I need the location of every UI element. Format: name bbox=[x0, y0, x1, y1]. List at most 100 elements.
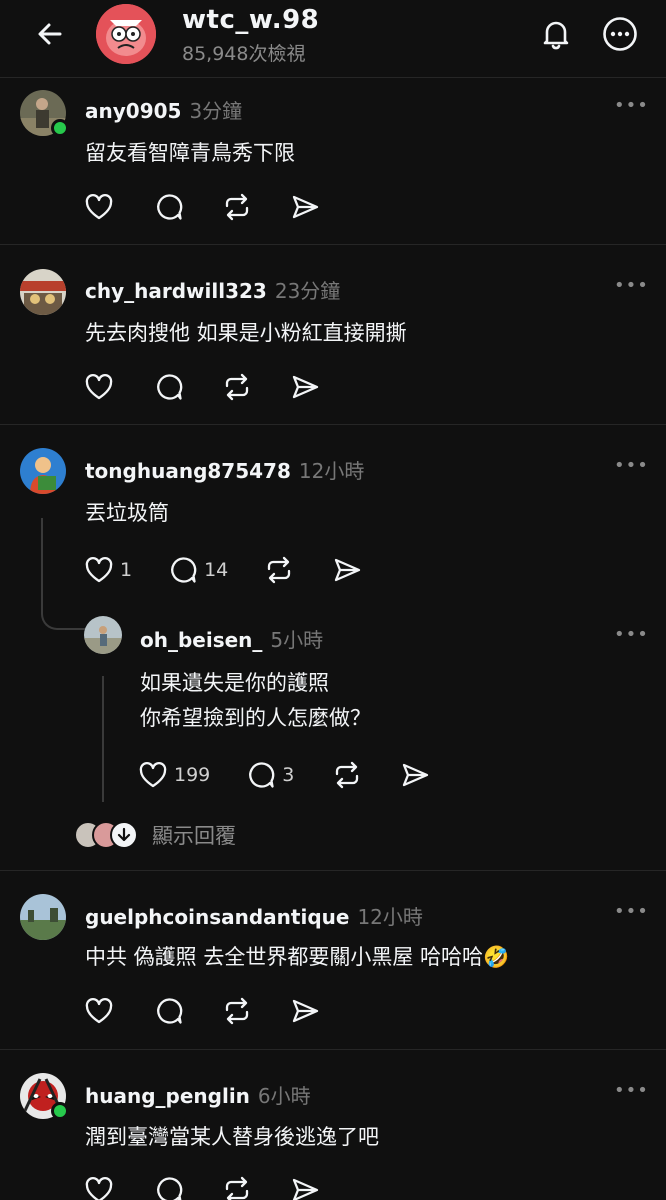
like-button[interactable] bbox=[84, 995, 114, 1027]
send-icon bbox=[292, 999, 319, 1023]
profile-avatar[interactable] bbox=[96, 4, 156, 64]
share-button[interactable] bbox=[290, 1174, 320, 1200]
reply-button[interactable] bbox=[154, 1174, 184, 1200]
timestamp: 23分鐘 bbox=[274, 279, 341, 303]
reply-avatar bbox=[110, 821, 138, 849]
reply-button[interactable]: 3 bbox=[246, 759, 294, 791]
view-count: 85,948次檢視 bbox=[182, 43, 306, 65]
comment-bubble-icon bbox=[157, 194, 183, 220]
divider bbox=[0, 1049, 666, 1050]
reply-count: 3 bbox=[282, 764, 295, 786]
repost-button[interactable] bbox=[222, 995, 252, 1027]
repost-icon bbox=[336, 761, 359, 789]
show-replies-label: 顯示回覆 bbox=[152, 824, 236, 848]
avatar[interactable] bbox=[20, 894, 66, 940]
comment-text: 丟垃圾筒 bbox=[85, 501, 169, 525]
send-icon bbox=[292, 1178, 319, 1200]
reply-button[interactable] bbox=[154, 191, 184, 223]
repost-icon bbox=[225, 997, 249, 1025]
comment-author[interactable]: oh_beisen_ 5小時 bbox=[140, 624, 323, 653]
reply-button[interactable]: 14 bbox=[168, 554, 228, 586]
notify-button[interactable] bbox=[536, 14, 576, 54]
thread-connector bbox=[41, 518, 87, 630]
repost-button[interactable] bbox=[332, 759, 362, 791]
back-button[interactable] bbox=[30, 16, 70, 52]
username[interactable]: huang_penglin bbox=[85, 1084, 250, 1108]
comment-more-button[interactable]: ••• bbox=[614, 626, 649, 644]
like-button[interactable] bbox=[84, 191, 114, 223]
like-button[interactable] bbox=[84, 1174, 114, 1200]
repost-icon bbox=[225, 193, 249, 221]
heart-icon bbox=[85, 1177, 113, 1200]
avatar[interactable] bbox=[84, 616, 122, 654]
comment-more-button[interactable]: ••• bbox=[614, 97, 649, 115]
share-button[interactable] bbox=[290, 191, 320, 223]
repost-icon bbox=[225, 373, 249, 401]
user-photo-icon bbox=[20, 269, 66, 315]
reply-button[interactable] bbox=[154, 371, 184, 403]
repost-button[interactable] bbox=[222, 191, 252, 223]
repost-button[interactable] bbox=[264, 554, 294, 586]
show-replies-button[interactable]: 顯示回覆 bbox=[74, 818, 236, 852]
divider bbox=[0, 424, 666, 425]
timestamp: 3分鐘 bbox=[189, 99, 243, 123]
username[interactable]: chy_hardwill323 bbox=[85, 279, 267, 303]
comment-bubble-icon bbox=[157, 374, 183, 400]
avatar[interactable] bbox=[20, 448, 66, 494]
repost-icon bbox=[225, 1176, 249, 1200]
like-button[interactable]: 199 bbox=[138, 759, 210, 791]
like-button[interactable]: 1 bbox=[84, 554, 132, 586]
avatar[interactable] bbox=[20, 269, 66, 315]
comment-text: 中共 偽護照 去全世界都要關小黑屋 哈哈哈🤣 bbox=[85, 945, 510, 969]
timestamp: 6小時 bbox=[257, 1084, 311, 1108]
more-options-button[interactable] bbox=[600, 14, 640, 54]
comment-more-button[interactable]: ••• bbox=[614, 457, 649, 475]
arrow-down-icon bbox=[117, 827, 131, 842]
like-count: 199 bbox=[174, 764, 211, 786]
username[interactable]: any0905 bbox=[85, 99, 181, 123]
like-button[interactable] bbox=[84, 371, 114, 403]
comment-text-line-2: 你希望撿到的人怎麼做？ bbox=[140, 706, 371, 730]
comment-bubble-icon bbox=[157, 998, 183, 1024]
reply-count: 14 bbox=[204, 559, 229, 581]
share-button[interactable] bbox=[332, 554, 362, 586]
online-indicator bbox=[51, 1102, 69, 1120]
heart-icon bbox=[139, 762, 167, 788]
divider bbox=[0, 244, 666, 245]
comment-author[interactable]: tonghuang875478 12小時 bbox=[85, 455, 364, 484]
timestamp: 12小時 bbox=[298, 459, 365, 483]
reply-button[interactable] bbox=[154, 995, 184, 1027]
username[interactable]: tonghuang875478 bbox=[85, 459, 291, 483]
send-icon bbox=[292, 195, 319, 219]
heart-icon bbox=[85, 194, 113, 220]
heart-icon bbox=[85, 557, 113, 583]
like-count: 1 bbox=[120, 559, 133, 581]
comment-text: 潤到臺灣當某人替身後逃逸了吧 bbox=[85, 1125, 379, 1149]
online-indicator bbox=[51, 119, 69, 137]
timestamp: 12小時 bbox=[357, 905, 423, 929]
user-photo-icon bbox=[20, 448, 66, 494]
comment-more-button[interactable]: ••• bbox=[614, 903, 649, 921]
repost-button[interactable] bbox=[222, 371, 252, 403]
comment-author[interactable]: chy_hardwill323 23分鐘 bbox=[85, 275, 340, 304]
comment-author[interactable]: huang_penglin 6小時 bbox=[85, 1080, 311, 1109]
comment-more-button[interactable]: ••• bbox=[614, 277, 649, 295]
comment-bubble-icon bbox=[249, 762, 275, 788]
thread-line bbox=[102, 676, 104, 802]
comment-bubble-icon bbox=[157, 1177, 183, 1200]
arrow-left-icon bbox=[38, 23, 62, 45]
divider bbox=[0, 870, 666, 871]
share-button[interactable] bbox=[290, 371, 320, 403]
comment-more-button[interactable]: ••• bbox=[614, 1082, 649, 1100]
username[interactable]: guelphcoinsandantique bbox=[85, 905, 349, 929]
username[interactable]: oh_beisen_ bbox=[140, 628, 262, 652]
comment-author[interactable]: any0905 3分鐘 bbox=[85, 95, 242, 124]
timestamp: 5小時 bbox=[270, 628, 324, 652]
comment-text-line-1: 如果遺失是你的護照 bbox=[140, 671, 329, 695]
page-title: wtc_w.98 bbox=[182, 5, 320, 35]
comment-author[interactable]: guelphcoinsandantique 12小時 bbox=[85, 901, 423, 930]
share-button[interactable] bbox=[290, 995, 320, 1027]
share-button[interactable] bbox=[400, 759, 430, 791]
repost-button[interactable] bbox=[222, 1174, 252, 1200]
send-icon bbox=[335, 558, 361, 582]
